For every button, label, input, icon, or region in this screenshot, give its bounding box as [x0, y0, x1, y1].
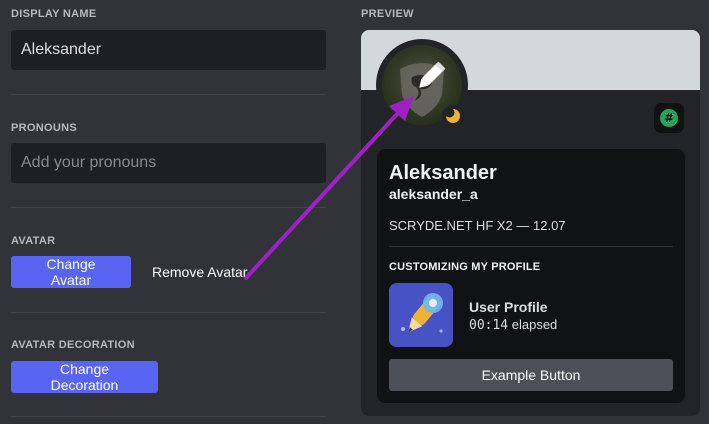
divider	[389, 246, 673, 247]
avatar-label: AVATAR	[11, 235, 56, 247]
custom-status: SCRYDE.NET HF X2 — 12.07	[389, 218, 566, 233]
profile-inner-card: Aleksander aleksander_a SCRYDE.NET HF X2…	[377, 149, 685, 403]
pencil-illustration-icon	[389, 283, 453, 347]
display-name-input[interactable]	[11, 30, 326, 70]
divider	[11, 207, 326, 208]
activity-image	[389, 283, 453, 347]
avatar-decoration-label: AVATAR DECORATION	[11, 339, 135, 351]
change-decoration-button[interactable]: Change Decoration	[11, 361, 158, 393]
change-avatar-button[interactable]: Change Avatar	[11, 256, 131, 288]
pronouns-label: PRONOUNS	[11, 122, 77, 134]
profile-preview-card: # Aleksander aleksander_a SCRYDE.NET HF …	[361, 30, 700, 416]
divider	[11, 312, 326, 313]
badge-glyph: #	[664, 111, 674, 125]
activity-heading: CUSTOMIZING MY PROFILE	[389, 261, 541, 273]
divider	[11, 416, 326, 417]
preview-username: aleksander_a	[389, 186, 478, 202]
display-name-label: DISPLAY NAME	[11, 8, 97, 20]
activity-elapsed: 00:14 elapsed	[469, 317, 557, 333]
pronouns-input[interactable]	[11, 143, 326, 183]
preview-label: PREVIEW	[361, 8, 414, 20]
moon-icon	[445, 108, 460, 123]
activity-name: User Profile	[469, 299, 548, 315]
activity-elapsed-suffix: elapsed	[508, 317, 558, 332]
badge-circle: #	[660, 109, 678, 127]
divider	[11, 94, 326, 95]
preview-display-name: Aleksander	[389, 162, 497, 184]
status-indicator	[442, 105, 464, 127]
example-button[interactable]: Example Button	[389, 359, 673, 391]
remove-avatar-button[interactable]: Remove Avatar	[148, 256, 251, 288]
activity-time: 00:14	[469, 318, 509, 333]
hash-badge-icon[interactable]: #	[654, 103, 684, 133]
